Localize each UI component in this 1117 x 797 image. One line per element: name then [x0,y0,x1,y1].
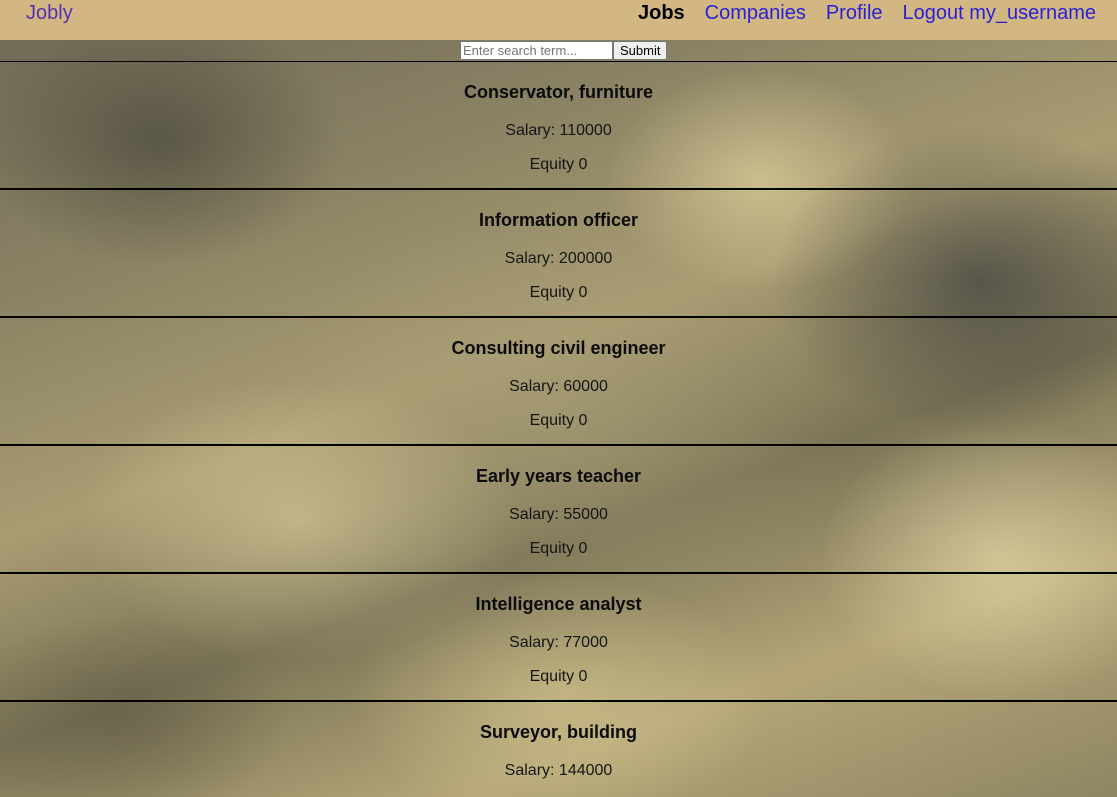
job-salary: Salary: 55000 [509,506,608,523]
job-title: Intelligence analyst [475,594,642,614]
brand-link[interactable]: Jobly [26,1,73,25]
job-title: Consulting civil engineer [451,338,666,358]
navbar: Jobly Jobs Companies Profile Logout my_u… [0,0,1117,40]
job-salary: Salary: 144000 [504,762,613,779]
nav-link-jobs[interactable]: Jobs [638,1,685,25]
job-title: Information officer [478,210,638,230]
job-list: Conservator, furniture Salary: 110000 Eq… [0,61,1117,797]
job-equity: Equity 0 [529,156,588,173]
job-card: Intelligence analyst Salary: 77000 Equit… [0,573,1117,701]
job-equity: Equity 0 [529,412,588,429]
job-card: Conservator, furniture Salary: 110000 Eq… [0,61,1117,189]
nav-link-companies[interactable]: Companies [705,1,806,25]
search-form: Submit [460,41,668,60]
job-title: Surveyor, building [479,722,638,742]
job-card: Consulting civil engineer Salary: 60000 … [0,317,1117,445]
job-equity: Equity 0 [529,668,588,685]
search-input[interactable] [460,41,613,60]
job-title: Conservator, furniture [463,82,654,102]
nav-links: Jobs Companies Profile Logout my_usernam… [618,1,1096,25]
job-equity: Equity 0 [529,284,588,301]
job-card: Surveyor, building Salary: 144000 [0,701,1117,797]
job-salary: Salary: 60000 [509,378,608,395]
job-salary: Salary: 200000 [504,250,613,267]
nav-link-profile[interactable]: Profile [826,1,883,25]
job-card: Early years teacher Salary: 55000 Equity… [0,445,1117,573]
search-submit-button[interactable]: Submit [613,41,668,60]
job-card: Information officer Salary: 200000 Equit… [0,189,1117,317]
job-salary: Salary: 110000 [505,122,612,139]
job-title: Early years teacher [475,466,642,486]
job-equity: Equity 0 [529,540,588,557]
nav-link-logout[interactable]: Logout my_username [903,1,1096,25]
job-salary: Salary: 77000 [509,634,608,651]
